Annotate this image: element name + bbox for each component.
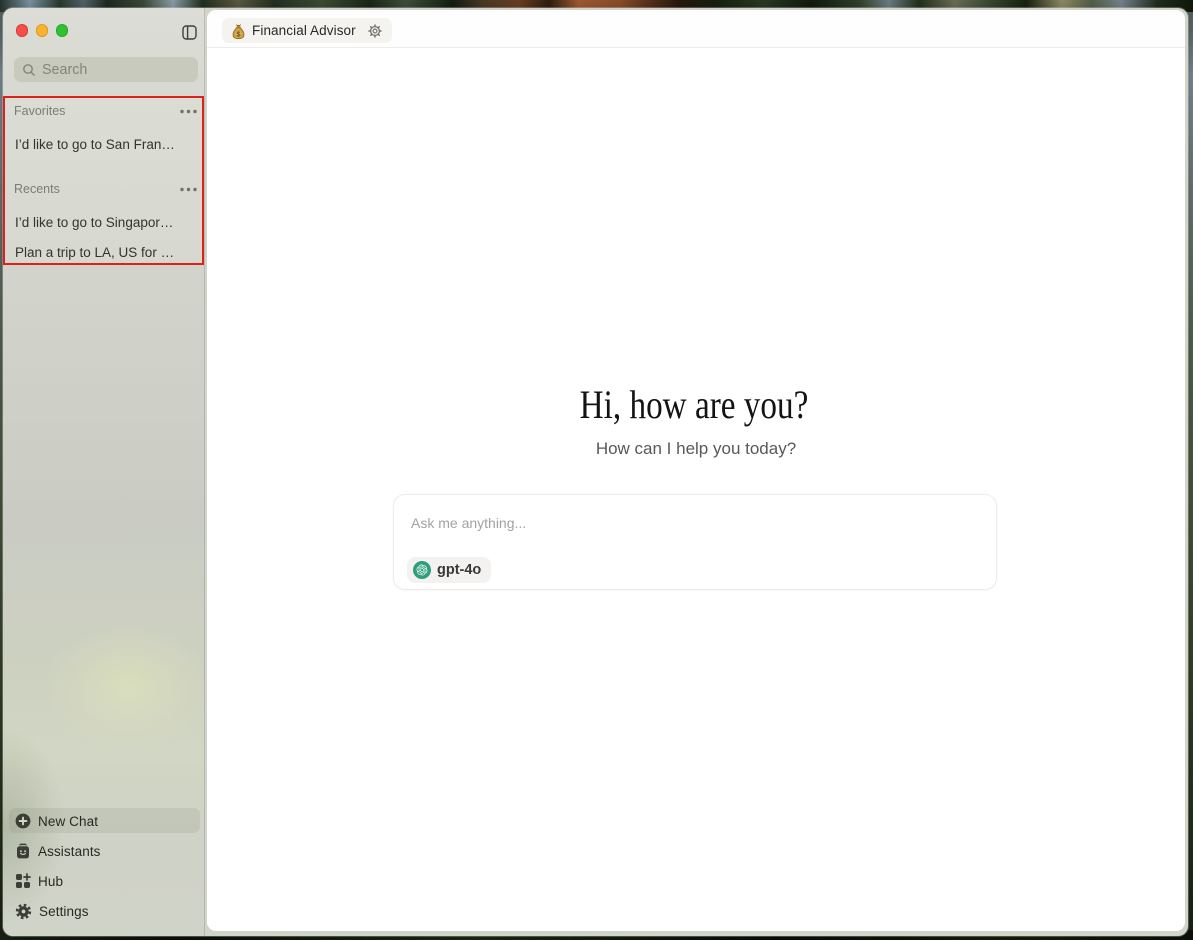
svg-text:$: $ xyxy=(237,29,241,38)
